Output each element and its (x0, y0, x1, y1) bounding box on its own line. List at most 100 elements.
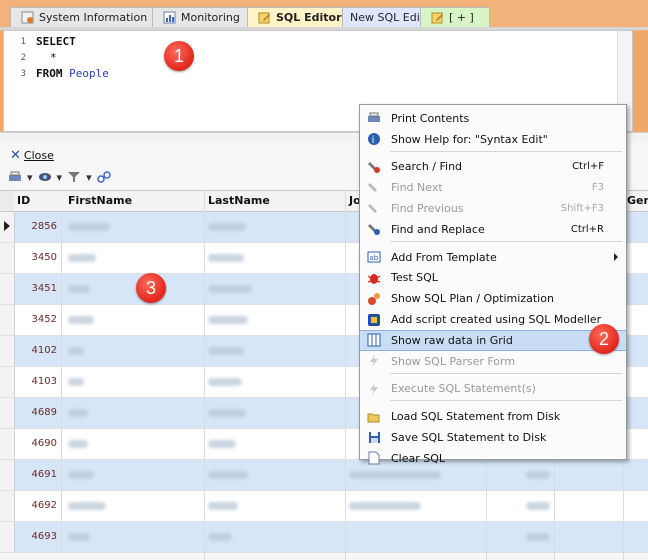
menu-item-find-next[interactable]: Find Next F3 (360, 177, 626, 198)
menu-item-add-from-template[interactable]: ab Add From Template (360, 247, 626, 268)
printer-icon (366, 111, 382, 125)
cell-id: 4690 (14, 429, 62, 459)
search-icon (366, 160, 382, 174)
callout-badge-1: 1 (164, 41, 194, 71)
column-header-gender[interactable]: Gen (627, 191, 648, 211)
menu-item-label: Save SQL Statement to Disk (391, 431, 547, 445)
row-indicator (0, 429, 15, 459)
help-icon: i (366, 132, 382, 146)
svg-text:ab: ab (370, 254, 379, 262)
column-header-firstname[interactable]: FirstName (68, 191, 132, 211)
close-results-button[interactable]: ✕ Close (10, 148, 54, 163)
menu-item-sql-parser-form[interactable]: Show SQL Parser Form (360, 351, 626, 372)
monitoring-icon (163, 11, 176, 24)
column-header-id[interactable]: ID (17, 191, 30, 211)
table-row[interactable]: 4692 (0, 491, 648, 522)
menu-item-test-sql[interactable]: Test SQL (360, 268, 626, 289)
modeller-icon (366, 313, 382, 327)
blurred-cell (349, 502, 421, 510)
menu-item-label: Execute SQL Statement(s) (391, 382, 536, 396)
menu-item-label: Add script created using SQL Modeller (391, 313, 602, 327)
chevron-down-icon[interactable]: ▾ (86, 171, 92, 184)
blurred-cell (68, 533, 90, 541)
filter-icon[interactable] (67, 171, 81, 183)
results-toolbar: ▾ ▾ ▾ (8, 168, 111, 186)
menu-item-label: Load SQL Statement from Disk (391, 410, 561, 424)
menu-item-label: Search / Find (391, 160, 463, 174)
print-icon[interactable] (8, 171, 22, 183)
view-icon[interactable] (38, 171, 52, 183)
line-number: 1 (20, 37, 26, 47)
chevron-down-icon[interactable]: ▾ (27, 171, 33, 184)
menu-item-find-previous[interactable]: Find Previous Shift+F3 (360, 198, 626, 219)
cell-id: 3451 (14, 274, 62, 304)
menu-item-show-raw-data-grid[interactable]: Show raw data in Grid (360, 329, 626, 351)
menu-item-label: Find Previous (391, 202, 464, 216)
menu-shortcut: Ctrl+R (570, 223, 604, 235)
table-row[interactable]: 4693 (0, 522, 648, 553)
svg-text:i: i (372, 135, 375, 146)
tab-label: Monitoring (181, 11, 240, 24)
column-header-lastname[interactable]: LastName (208, 191, 270, 211)
code-line-3: FROM People (36, 66, 109, 82)
blurred-cell (208, 285, 252, 293)
menu-item-label: Show SQL Parser Form (391, 354, 516, 368)
menu-item-save-sql[interactable]: Save SQL Statement to Disk (360, 427, 626, 448)
menu-item-show-help[interactable]: i Show Help for: "Syntax Edit" (360, 129, 626, 150)
line-number-gutter: 1 2 3 (4, 34, 26, 82)
close-icon: ✕ (10, 148, 21, 163)
current-row-arrow-icon (4, 221, 10, 231)
blurred-cell (208, 471, 248, 479)
tab-label: System Information (39, 11, 148, 24)
blurred-cell (526, 502, 550, 510)
cell-id: 3450 (14, 243, 62, 273)
chevron-down-icon[interactable]: ▾ (57, 171, 63, 184)
blurred-cell (68, 285, 90, 293)
tab-system-information[interactable]: System Information (10, 7, 158, 27)
cell-id: 4103 (14, 367, 62, 397)
menu-item-label: Show SQL Plan / Optimization (391, 292, 554, 306)
menu-item-find-replace[interactable]: Find and Replace Ctrl+R (360, 219, 626, 240)
new-tab-icon (431, 11, 444, 24)
blurred-cell (208, 440, 236, 448)
blurred-cell (68, 223, 110, 231)
plan-icon (366, 292, 382, 306)
blurred-cell (208, 316, 248, 324)
menu-shortcut: F3 (591, 182, 604, 194)
table-name-token: People (69, 67, 109, 80)
row-indicator (0, 398, 15, 428)
blurred-cell (526, 533, 550, 541)
clear-icon (366, 451, 382, 465)
menu-item-execute-sql[interactable]: Execute SQL Statement(s) (360, 379, 626, 400)
menu-item-label: Show Help for: "Syntax Edit" (391, 132, 548, 146)
column-divider (204, 190, 205, 560)
tab-monitoring[interactable]: Monitoring (152, 7, 252, 27)
blurred-cell (349, 471, 441, 479)
menu-item-print-contents[interactable]: Print Contents (360, 108, 626, 129)
blurred-cell (208, 502, 238, 510)
tab-add-new[interactable]: [ + ] (420, 7, 490, 27)
menu-item-search-find[interactable]: Search / Find Ctrl+F (360, 157, 626, 178)
menu-shortcut: Shift+F3 (560, 203, 604, 215)
tab-new-sql-edit[interactable]: New SQL Edit (337, 7, 427, 27)
link-icon[interactable] (96, 171, 111, 183)
code-area[interactable]: SELECT * FROM People (36, 34, 109, 82)
menu-item-add-script-modeller[interactable]: Add script created using SQL Modeller (360, 309, 626, 330)
menu-item-label: Show raw data in Grid (391, 333, 513, 347)
cell-id: 4691 (14, 460, 62, 490)
cell-id: 4692 (14, 491, 62, 521)
menu-item-sql-plan[interactable]: Show SQL Plan / Optimization (360, 288, 626, 309)
tab-sql-editor[interactable]: SQL Editor (247, 7, 343, 27)
blurred-cell (208, 378, 242, 386)
row-indicator-header (0, 191, 14, 211)
column-divider (345, 190, 346, 560)
menu-item-label: Clear SQL (391, 451, 446, 465)
blurred-cell (526, 471, 550, 479)
code-line-2: * (36, 50, 109, 66)
menu-item-label: Test SQL (391, 271, 438, 285)
row-indicator (0, 243, 15, 273)
blurred-cell (68, 502, 106, 510)
menu-item-load-sql[interactable]: Load SQL Statement from Disk (360, 406, 626, 427)
menu-item-clear-sql[interactable]: Clear SQL (360, 448, 626, 469)
submenu-arrow-icon (614, 253, 618, 262)
